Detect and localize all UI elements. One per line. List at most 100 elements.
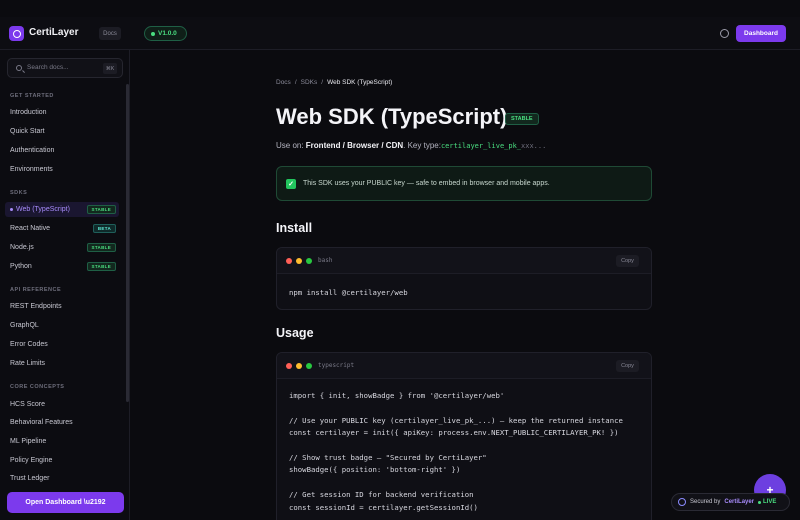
copy-button[interactable]: Copy (616, 360, 639, 372)
sidebar-item-trust-ledger[interactable]: Trust Ledger (5, 471, 119, 486)
sidebar-item-label: Trust Ledger (10, 475, 50, 482)
code-language: bash (318, 257, 333, 264)
key-type-value: certilayer_live_pk_ (440, 142, 522, 150)
code-body: import { init, showBadge } from '@certil… (277, 379, 651, 514)
breadcrumb-separator: / (294, 79, 297, 86)
sidebar-item-react-native[interactable]: React Native BETA (5, 221, 119, 236)
code-header: bash Copy (277, 248, 651, 274)
github-icon[interactable] (720, 29, 729, 38)
sidebar-item-introduction[interactable]: Introduction (5, 105, 119, 120)
green-dot-icon (306, 258, 312, 264)
sidebar-item-authentication[interactable]: Authentication (5, 143, 119, 158)
sidebar-item-label: Policy Engine (10, 457, 53, 464)
code-line: const sessionId = certilayer.getSessionI… (289, 502, 478, 512)
sidebar-item-rate-limits[interactable]: Rate Limits (5, 356, 119, 371)
breadcrumb-separator: / (321, 79, 324, 86)
sidebar-item-python[interactable]: Python STABLE (5, 259, 119, 274)
sidebar-scrollbar[interactable] (126, 84, 129, 402)
breadcrumb-docs[interactable]: Docs (276, 79, 291, 86)
sidebar-item-label: Python (10, 263, 32, 270)
sidebar-item-label: ML Pipeline (10, 438, 47, 445)
sidebar-item-label: Node.js (10, 244, 34, 251)
code-line: const certilayer = init({ apiKey: proces… (289, 428, 619, 438)
copy-button[interactable]: Copy (616, 255, 639, 267)
sidebar-item-graphql[interactable]: GraphQL (5, 318, 119, 333)
sidebar-item-web-typescript[interactable]: Web (TypeScript) STABLE (5, 202, 119, 217)
yellow-dot-icon (296, 363, 302, 369)
version-badge[interactable]: V1.0.0 (144, 26, 187, 41)
red-dot-icon (286, 363, 292, 369)
sidebar-item-label: GraphQL (10, 322, 39, 329)
window-dots (286, 363, 312, 369)
section-title-sdks: SDKS (10, 190, 28, 196)
sidebar-item-rest-endpoints[interactable]: REST Endpoints (5, 299, 119, 314)
live-indicator: LIVE (758, 499, 776, 505)
beta-badge: BETA (92, 224, 116, 233)
use-on-value: Frontend / Browser / CDN (305, 141, 404, 150)
check-icon: ✓ (286, 178, 296, 189)
sidebar-item-label: Environments (10, 166, 53, 173)
sidebar-item-label: Web (TypeScript) (16, 206, 70, 213)
code-line: // Use your PUBLIC key (certilayer_live_… (289, 415, 623, 425)
sidebar-item-error-codes[interactable]: Error Codes (5, 337, 119, 352)
sidebar-item-label: Error Codes (10, 341, 48, 348)
code-line: import { init, showBadge } from '@certil… (289, 391, 505, 400)
version-label: V1.0.0 (158, 30, 177, 37)
usage-heading: Usage (276, 326, 314, 340)
yellow-dot-icon (296, 258, 302, 264)
search-icon (16, 65, 22, 71)
open-dashboard-button[interactable]: Open Dashboard \u2192 (7, 492, 124, 513)
code-language: typescript (318, 362, 355, 369)
code-header: typescript Copy (277, 353, 651, 379)
sidebar-item-policy-engine[interactable]: Policy Engine (5, 453, 119, 468)
stable-badge: STABLE (86, 243, 116, 252)
sidebar-item-label: Introduction (10, 109, 47, 116)
notice-text: This SDK uses your PUBLIC key — safe to … (303, 180, 550, 187)
sidebar-item-label: Authentication (10, 147, 55, 154)
sidebar-item-behavioral-features[interactable]: Behavioral Features (5, 415, 119, 430)
docs-tag: Docs (99, 27, 121, 40)
stable-badge: STABLE (86, 205, 116, 214)
breadcrumb-sdks[interactable]: SDKs (301, 79, 318, 86)
sidebar: Search docs... ⌘K GET STARTED Introducti… (0, 50, 130, 520)
search-input[interactable]: Search docs... ⌘K (7, 58, 123, 78)
shield-icon (678, 498, 686, 506)
page-title: Web SDK (TypeScript) (276, 104, 508, 129)
secured-by-badge[interactable]: Secured by CertiLayer LIVE (671, 493, 790, 511)
red-dot-icon (286, 258, 292, 264)
secured-brand: CertiLayer (724, 499, 755, 505)
stable-badge: STABLE (505, 113, 539, 125)
sidebar-item-label: React Native (10, 225, 51, 232)
sidebar-item-nodejs[interactable]: Node.js STABLE (5, 240, 119, 255)
use-on-text: Use on: Frontend / Browser / CDN. Key ty… (276, 141, 546, 150)
breadcrumb-current: Web SDK (TypeScript) (327, 79, 393, 86)
sidebar-item-label: REST Endpoints (10, 303, 62, 310)
code-line: npm install @certilayer/web (289, 288, 408, 297)
key-type-suffix: xxx... (521, 142, 547, 150)
section-title-api-reference: API REFERENCE (10, 287, 62, 293)
install-heading: Install (276, 221, 313, 235)
key-type-prefix: . Key type: (403, 141, 441, 150)
breadcrumb: Docs / SDKs / Web SDK (TypeScript) (276, 79, 392, 86)
sidebar-item-environments[interactable]: Environments (5, 162, 119, 177)
dashboard-button[interactable]: Dashboard (736, 25, 786, 42)
sidebar-item-hcs-score[interactable]: HCS Score (5, 397, 119, 412)
sidebar-item-ml-pipeline[interactable]: ML Pipeline (5, 434, 119, 449)
stable-badge: STABLE (86, 262, 116, 271)
public-key-notice: ✓ This SDK uses your PUBLIC key — safe t… (276, 166, 652, 201)
sidebar-item-label: HCS Score (10, 401, 46, 408)
code-line: showBadge({ position: 'bottom-right' }) (289, 465, 461, 475)
status-dot-icon (151, 31, 155, 36)
code-line: // Show trust badge — "Secured by CertiL… (289, 452, 487, 462)
window-dots (286, 258, 312, 264)
top-bar: CertiLayer Docs V1.0.0 Dashboard (0, 17, 800, 50)
sidebar-item-quick-start[interactable]: Quick Start (5, 124, 119, 139)
search-shortcut: ⌘K (103, 63, 117, 74)
logo-icon[interactable] (9, 26, 24, 41)
sidebar-item-label: Rate Limits (10, 360, 46, 367)
brand-name[interactable]: CertiLayer (29, 27, 78, 38)
use-on-prefix: Use on: (276, 141, 306, 150)
section-title-get-started: GET STARTED (10, 93, 54, 99)
